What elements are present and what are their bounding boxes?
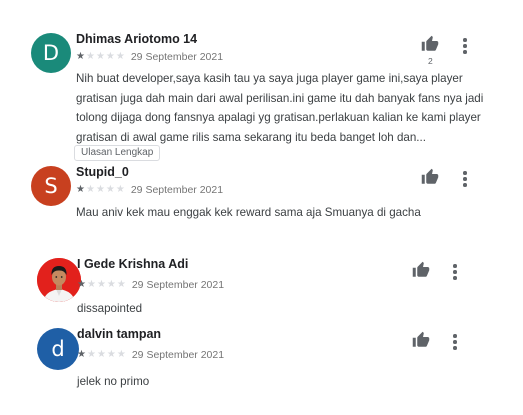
star-empty-icon: ★ — [105, 51, 115, 62]
review-author: dalvin tampan — [77, 327, 162, 341]
star-empty-icon: ★ — [86, 349, 96, 360]
more-options-icon[interactable] — [463, 38, 467, 56]
star-empty-icon: ★ — [115, 51, 125, 62]
more-options-icon[interactable] — [463, 171, 467, 189]
star-empty-icon: ★ — [95, 51, 105, 62]
star-empty-icon: ★ — [116, 349, 126, 360]
thumbs-up-icon[interactable] — [421, 168, 439, 186]
thumbs-up-icon[interactable] — [412, 331, 430, 349]
avatar-letter: D — [42, 41, 60, 65]
avatar: S — [31, 166, 71, 206]
review-text: Nih buat developer,saya kasih tau ya say… — [76, 72, 484, 144]
review-text: dissapointed — [77, 302, 143, 315]
more-options-icon[interactable] — [453, 334, 457, 352]
review-date: 29 September 2021 — [131, 349, 225, 361]
star-empty-icon: ★ — [106, 279, 116, 290]
star-filled-icon: ★ — [77, 279, 86, 290]
review-date: 29 September 2021 — [130, 51, 224, 63]
helpful-count: 2 — [428, 56, 433, 66]
rating-stars: ★ ★ ★ ★ ★ 29 September 2021 — [76, 184, 223, 196]
review-date: 29 September 2021 — [130, 184, 224, 196]
star-empty-icon: ★ — [96, 349, 106, 360]
review-text: Mau aniv kek mau enggak kek reward sama … — [76, 206, 421, 219]
rating-stars: ★ ★ ★ ★ ★ 29 September 2021 — [77, 349, 224, 361]
star-empty-icon: ★ — [115, 184, 125, 195]
avatar: D — [31, 33, 71, 73]
star-filled-icon: ★ — [77, 349, 86, 360]
star-empty-icon: ★ — [96, 279, 106, 290]
thumbs-up-icon[interactable] — [421, 35, 439, 53]
review-date: 29 September 2021 — [131, 279, 225, 291]
thumbs-up-icon[interactable] — [412, 261, 430, 279]
avatar-letter: d — [51, 337, 65, 361]
star-empty-icon: ★ — [85, 184, 95, 195]
person-photo-icon — [37, 258, 81, 302]
star-empty-icon: ★ — [86, 279, 96, 290]
more-options-icon[interactable] — [453, 264, 457, 282]
review-author: Stupid_0 — [76, 165, 129, 179]
star-empty-icon: ★ — [85, 51, 95, 62]
review-author: I Gede Krishna Adi — [77, 257, 189, 271]
star-filled-icon: ★ — [76, 184, 85, 195]
star-empty-icon: ★ — [105, 184, 115, 195]
star-filled-icon: ★ — [76, 51, 85, 62]
avatar — [37, 258, 81, 302]
avatar-letter: S — [44, 174, 58, 198]
review-text: jelek no primo — [77, 375, 150, 388]
star-empty-icon: ★ — [106, 349, 116, 360]
full-review-button[interactable]: Ulasan Lengkap — [74, 145, 161, 161]
avatar: d — [37, 328, 79, 370]
star-empty-icon: ★ — [95, 184, 105, 195]
star-empty-icon: ★ — [116, 279, 126, 290]
review-author: Dhimas Ariotomo 14 — [76, 32, 198, 46]
rating-stars: ★ ★ ★ ★ ★ 29 September 2021 — [77, 279, 224, 291]
rating-stars: ★ ★ ★ ★ ★ 29 September 2021 — [76, 51, 223, 63]
